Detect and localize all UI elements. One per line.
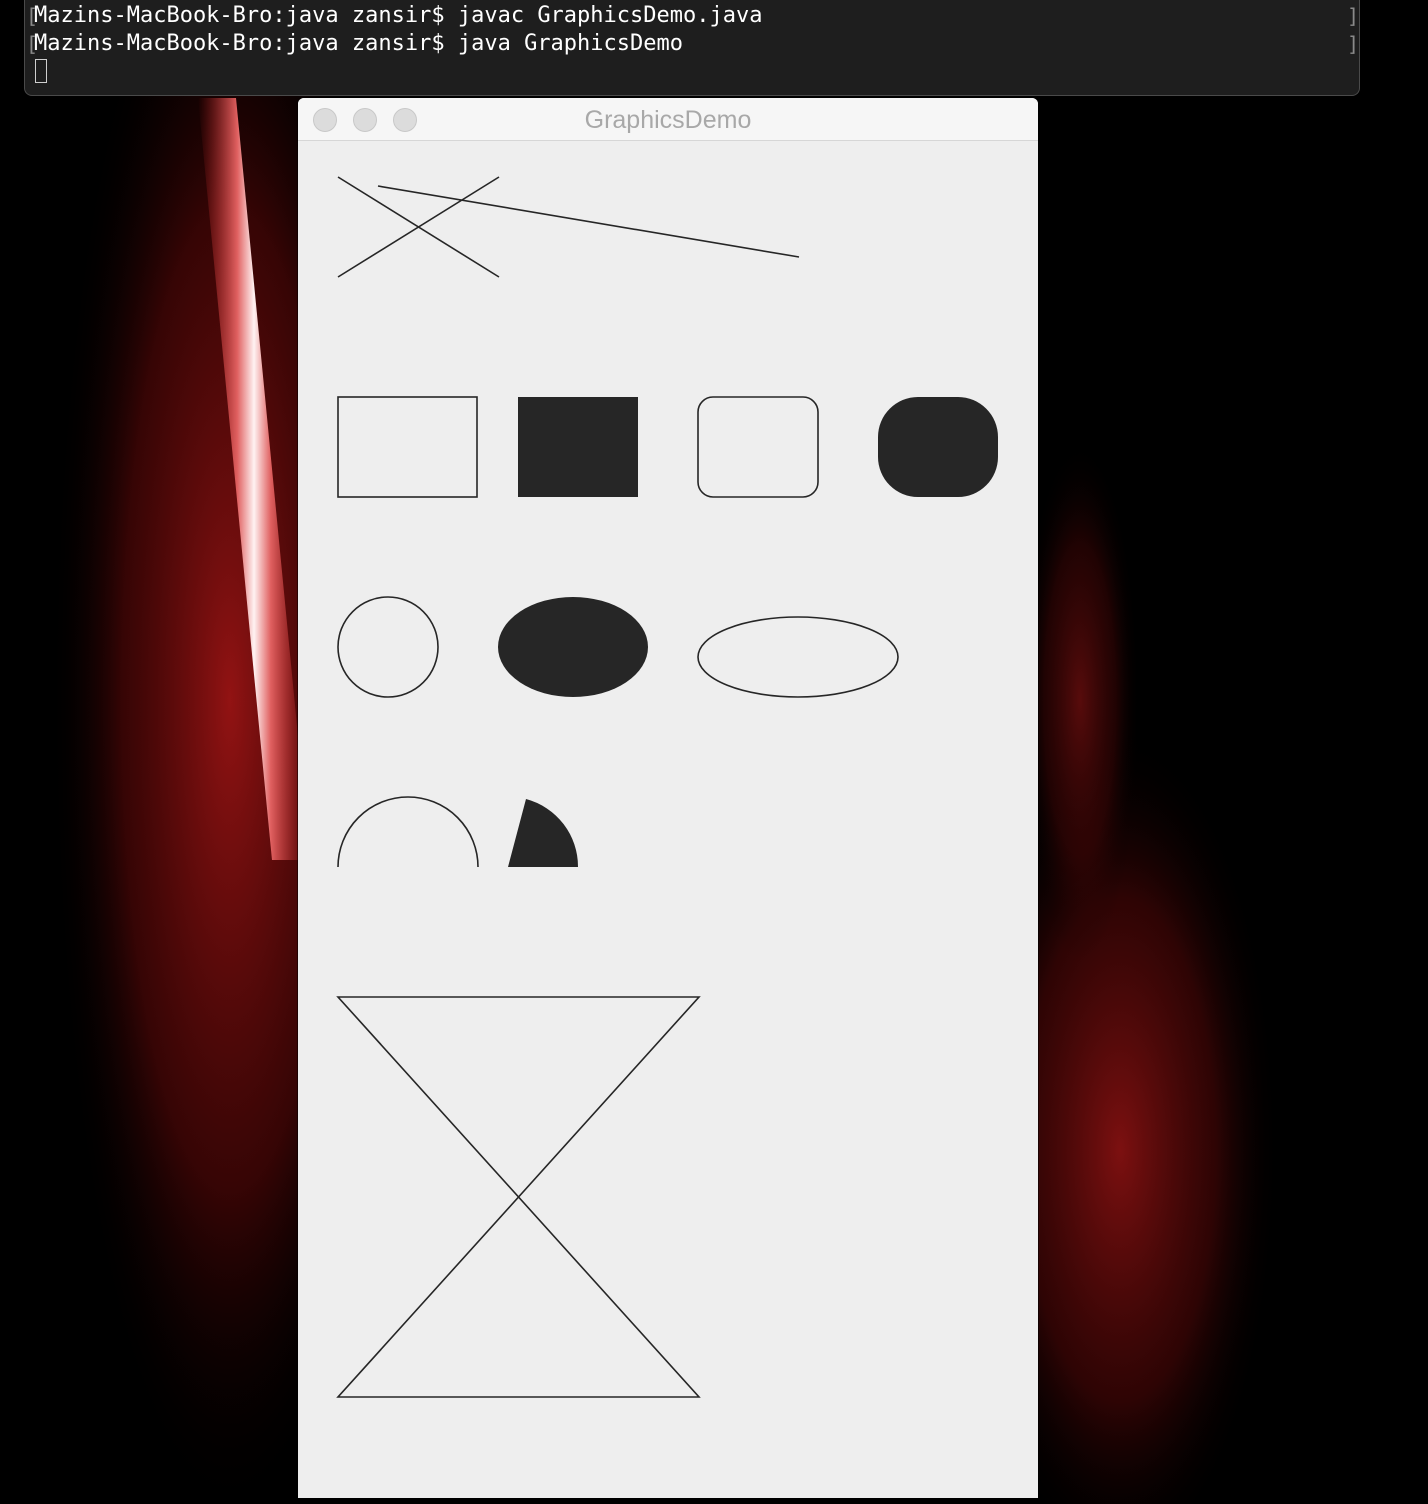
rounded-rectangle-filled	[878, 397, 998, 497]
rectangle-outline	[337, 396, 478, 498]
hourglass-polygon	[336, 996, 701, 1398]
arc-outline	[337, 796, 479, 868]
rounded-rectangle-outline	[697, 396, 819, 498]
drawing-canvas	[336, 176, 998, 1398]
line-shape	[377, 185, 800, 258]
terminal-line-bracket: ]	[1347, 32, 1360, 56]
pie-wedge-filled	[508, 799, 579, 867]
terminal-cursor	[35, 59, 47, 83]
terminal-line-2: Mazins-MacBook-Bro:java zansir$ java Gra…	[34, 31, 684, 56]
circle-outline	[337, 596, 439, 698]
terminal-line-bracket: ]	[1347, 4, 1360, 28]
terminal-line-1: Mazins-MacBook-Bro:java zansir$ javac Gr…	[34, 3, 763, 28]
ellipse-filled	[498, 597, 648, 697]
rectangle-filled	[518, 397, 638, 497]
ellipse-outline	[697, 616, 899, 698]
window-title: GraphicsDemo	[584, 106, 752, 134]
window-titlebar[interactable]: GraphicsDemo	[298, 98, 1038, 141]
terminal-window[interactable]: [ Mazins-MacBook-Bro:java zansir$ javac …	[24, 0, 1360, 96]
graphics-demo-window: GraphicsDemo	[298, 98, 1038, 1498]
